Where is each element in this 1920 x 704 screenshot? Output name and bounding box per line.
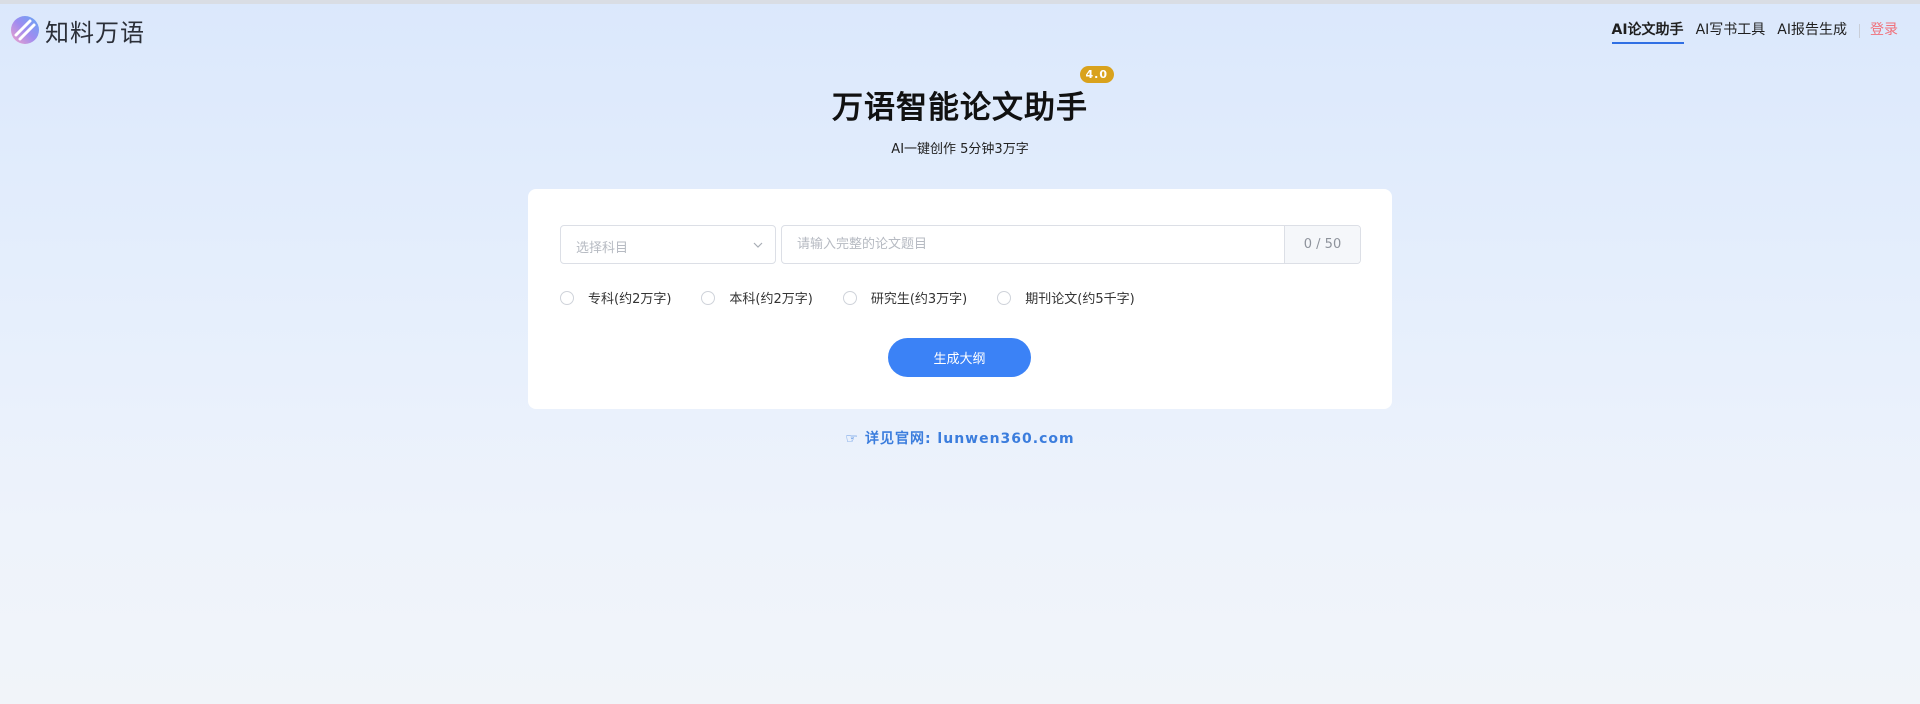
- char-counter: 0 / 50: [1284, 226, 1360, 263]
- radio-label: 期刊论文(约5千字): [1025, 292, 1135, 307]
- nav-ai-book-tool[interactable]: AI写书工具: [1696, 19, 1766, 44]
- nav-ai-paper-assistant[interactable]: AI论文助手: [1611, 19, 1684, 44]
- paper-title-input[interactable]: [782, 226, 1284, 263]
- radio-circle[interactable]: [560, 290, 574, 305]
- radio-circle[interactable]: [701, 290, 716, 305]
- page-title: 万语智能论文助手: [832, 90, 1088, 126]
- pointing-hand-icon: ☞: [845, 431, 859, 447]
- nav-divider: [1859, 24, 1860, 38]
- radio-journal-paper[interactable]: 期刊论文(约5千字): [997, 288, 1135, 307]
- degree-radio-group: 专科(约2万字) 本科(约2万字) 研究生(约3万字) 期刊论文(约5千字): [560, 288, 1135, 307]
- subject-select-placeholder: 选择科目: [576, 241, 629, 256]
- page-title-wrap: 万语智能论文助手 4.0: [832, 66, 1114, 127]
- radio-label: 研究生(约3万字): [870, 292, 968, 307]
- radio-undergraduate[interactable]: 本科(约2万字): [701, 288, 813, 307]
- logo[interactable]: 知料万语: [10, 15, 145, 47]
- official-site-text: 详见官网: lunwen360.com: [864, 431, 1075, 447]
- header: 知料万语 AI论文助手 AI写书工具 AI报告生成 登录: [0, 4, 1920, 52]
- title-input-group: 0 / 50: [781, 225, 1361, 264]
- nav-ai-report[interactable]: AI报告生成: [1777, 19, 1847, 44]
- radio-circle[interactable]: [997, 290, 1012, 305]
- generate-outline-button[interactable]: 生成大纲: [888, 338, 1031, 377]
- login-link[interactable]: 登录: [1870, 19, 1898, 44]
- radio-circle[interactable]: [842, 290, 857, 305]
- version-badge: 4.0: [1079, 66, 1114, 83]
- hero: 万语智能论文助手 4.0: [0, 66, 1920, 127]
- chevron-down-icon: [753, 242, 763, 248]
- page-subtitle: AI一键创作 5分钟3万字: [891, 142, 1029, 157]
- logo-text: 知料万语: [45, 18, 145, 47]
- subject-select[interactable]: 选择科目: [560, 225, 776, 264]
- logo-icon: [11, 16, 39, 44]
- radio-graduate[interactable]: 研究生(约3万字): [842, 288, 968, 307]
- paper-form-card: 选择科目 0 / 50 专科(约2万字) 本科(约2万字) 研究生(约3万字) …: [528, 189, 1392, 409]
- radio-label: 专科(约2万字): [588, 292, 672, 307]
- top-nav: AI论文助手 AI写书工具 AI报告生成 登录: [1600, 19, 1898, 44]
- radio-label: 本科(约2万字): [729, 292, 813, 307]
- official-site-link[interactable]: ☞ 详见官网: lunwen360.com: [0, 428, 1920, 448]
- radio-junior-college[interactable]: 专科(约2万字): [560, 288, 671, 307]
